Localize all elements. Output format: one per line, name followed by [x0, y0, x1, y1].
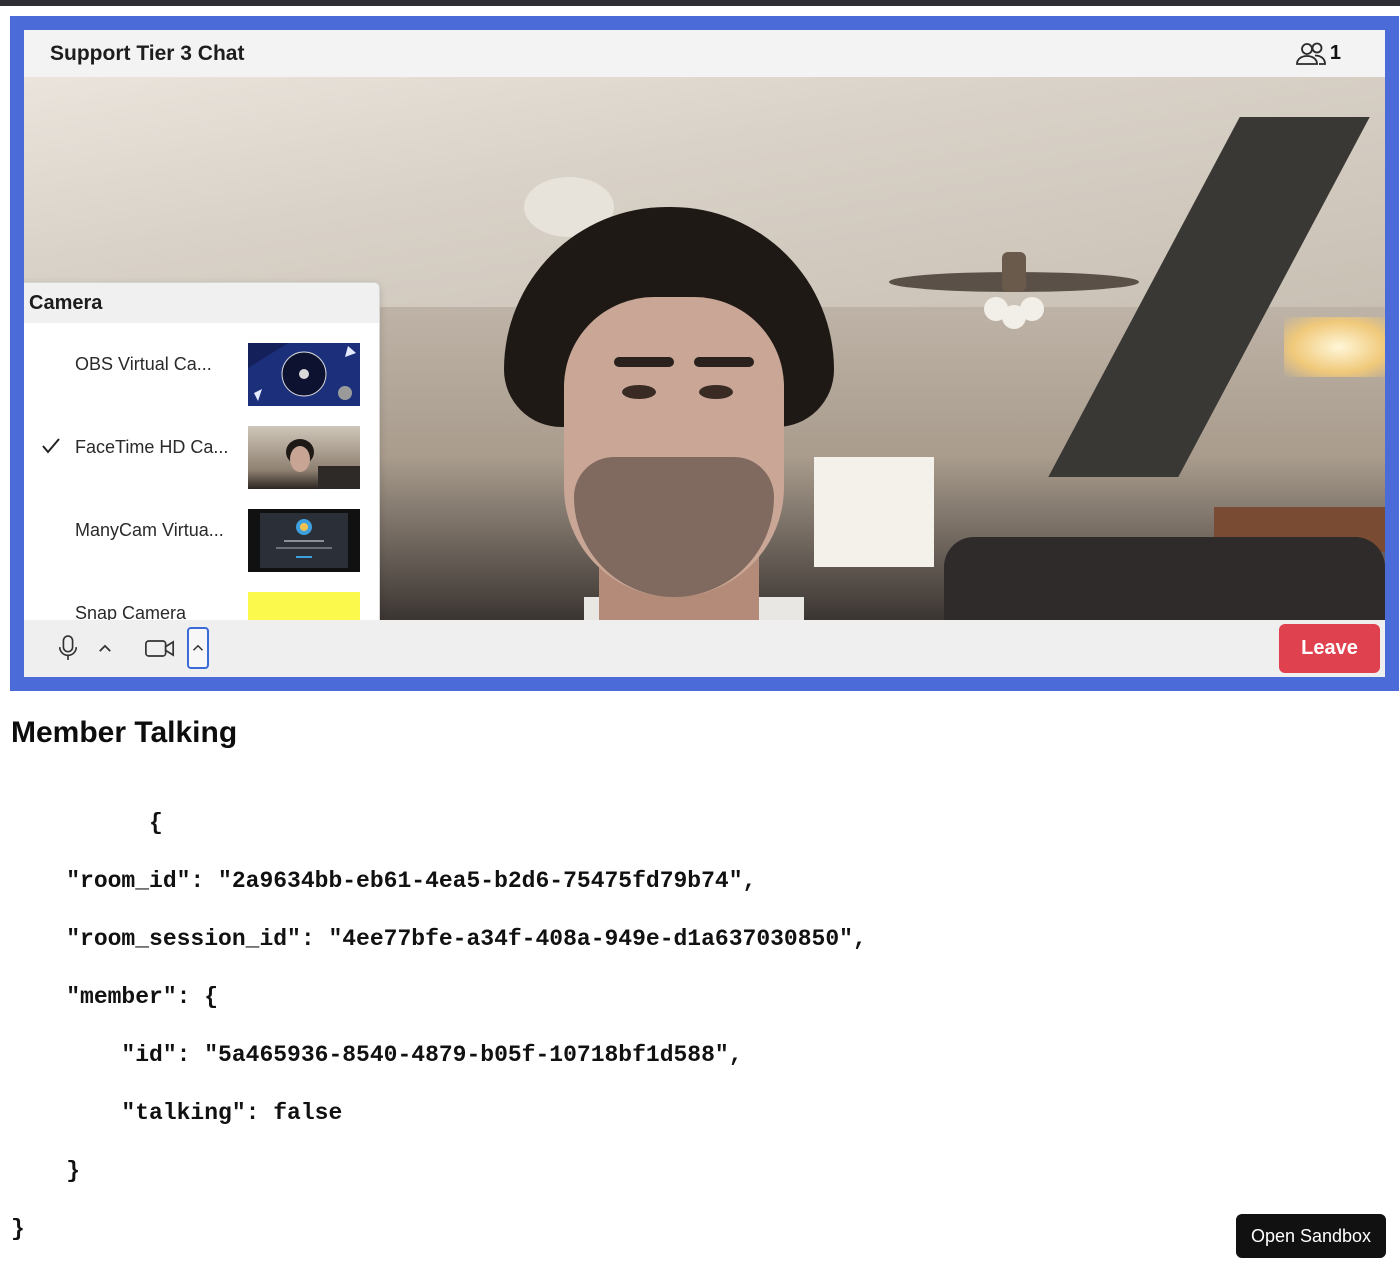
json-line: "talking": false: [11, 1100, 343, 1126]
camera-option-snap[interactable]: Snap Camera: [24, 572, 379, 620]
json-line: "room_session_id": "4ee77bfe-a34f-408a-9…: [11, 926, 867, 952]
participant-count: 1: [1329, 42, 1341, 64]
camera-option-manycam[interactable]: ManyCam Virtua...: [24, 489, 379, 572]
video-feed: Camera OBS Virtual Ca... FaceTime HD Ca.…: [24, 77, 1385, 620]
camera-preview-thumbnail: [248, 426, 360, 489]
camera-option-obs[interactable]: OBS Virtual Ca...: [24, 323, 379, 406]
participants-button[interactable]: 1: [1294, 41, 1341, 67]
video-camera-icon: [145, 639, 175, 657]
checkmark-icon: [42, 438, 60, 454]
ceiling-fan: [889, 252, 1139, 329]
camera-option-facetime[interactable]: FaceTime HD Ca...: [24, 406, 379, 489]
camera-option-label: FaceTime HD Ca...: [75, 437, 229, 457]
camera-preview-thumbnail: [248, 592, 360, 620]
camera-options-button[interactable]: [187, 627, 209, 669]
microphone-toggle-button[interactable]: [54, 633, 82, 663]
chevron-up-icon: [192, 644, 204, 651]
camera-option-label: ManyCam Virtua...: [75, 520, 224, 540]
camera-menu-heading: Camera: [24, 283, 379, 323]
camera-option-label: Snap Camera: [75, 603, 187, 620]
video-room-frame: Support Tier 3 Chat 1 Camera OBS Virtual…: [10, 16, 1399, 691]
json-line: }: [11, 1216, 25, 1242]
room-title: Support Tier 3 Chat: [50, 41, 245, 65]
top-strip: [0, 0, 1400, 6]
camera-option-label: OBS Virtual Ca...: [75, 354, 212, 374]
room-header: Support Tier 3 Chat 1: [24, 30, 1385, 77]
camera-selection-menu: Camera OBS Virtual Ca... FaceTime HD Ca.…: [24, 282, 380, 620]
open-sandbox-button[interactable]: Open Sandbox: [1236, 1214, 1386, 1258]
json-line: "room_id": "2a9634bb-eb61-4ea5-b2d6-7547…: [11, 868, 757, 894]
video-room-window: Support Tier 3 Chat 1 Camera OBS Virtual…: [24, 30, 1385, 677]
event-json-output: { "room_id": "2a9634bb-eb61-4ea5-b2d6-75…: [11, 780, 867, 1273]
json-line: }: [11, 1158, 81, 1184]
json-line: "id": "5a465936-8540-4879-b05f-10718bf1d…: [11, 1042, 743, 1068]
participants-icon: [1295, 42, 1326, 65]
person-in-video: [504, 207, 834, 620]
json-line: {: [11, 810, 163, 836]
microphone-options-button[interactable]: [94, 636, 116, 660]
chevron-up-icon: [99, 644, 111, 652]
section-title: Member Talking: [11, 716, 238, 749]
microphone-icon: [58, 635, 78, 660]
leave-button[interactable]: Leave: [1279, 624, 1380, 673]
camera-toggle-button[interactable]: [142, 633, 178, 663]
json-line: "member": {: [11, 984, 219, 1010]
camera-preview-thumbnail: [248, 509, 360, 572]
camera-preview-thumbnail: [248, 343, 360, 406]
call-controls-bar: Leave: [24, 620, 1385, 677]
